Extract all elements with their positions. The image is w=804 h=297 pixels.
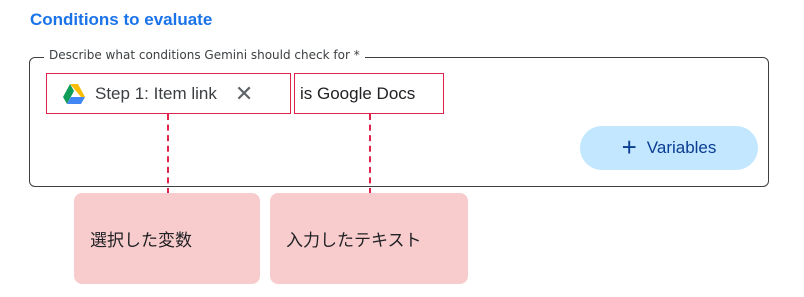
variable-chip[interactable]: Step 1: Item link ✕ [46, 73, 291, 114]
variables-button-label: Variables [646, 138, 717, 157]
variables-button[interactable]: + Variables [580, 126, 758, 170]
text-connector-line [369, 114, 371, 194]
field-legend: Describe what conditions Gemini should c… [44, 48, 365, 62]
plus-icon: + [621, 132, 637, 162]
typed-text: is Google Docs [300, 83, 416, 103]
google-drive-icon [63, 83, 85, 104]
variable-connector-line [167, 114, 169, 194]
annotation-entered-text: 入力したテキスト [270, 193, 468, 284]
chip-label: Step 1: Item link [95, 83, 217, 103]
section-title: Conditions to evaluate [30, 10, 213, 29]
annotation-selected-variable: 選択した変数 [74, 193, 260, 284]
close-icon[interactable]: ✕ [235, 82, 253, 105]
typed-text-highlight: is Google Docs [294, 73, 444, 114]
